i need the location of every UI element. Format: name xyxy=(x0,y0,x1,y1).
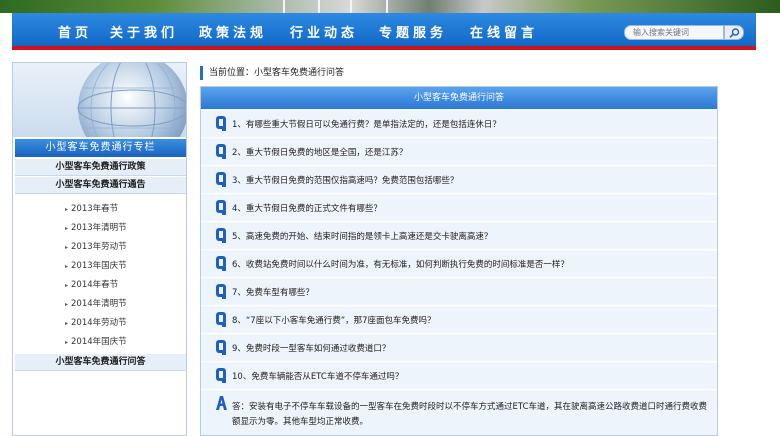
nav-item-news[interactable]: 行业动态 xyxy=(290,22,358,41)
arrow-right-icon: ▸ xyxy=(65,244,69,251)
question-row[interactable]: 2、重大节假日免费的地区是全国，还是江苏？ xyxy=(201,139,717,166)
question-text: 10、免费车辆能否从ETC车道不停车通过吗？ xyxy=(232,372,404,382)
question-text: 3、重大节假日免费的范围仅指高速吗？免费范围包括哪些？ xyxy=(232,176,459,186)
search-input[interactable] xyxy=(624,25,724,40)
qa-panel: 小型客车免费通行问答 1、有哪些重大节假日可以免通行费？是单指法定的，还是包括连… xyxy=(200,86,718,436)
sidebar-item-2013-spring[interactable]: ▸ 2013年春节 xyxy=(65,202,118,214)
question-row[interactable]: 1、有哪些重大节假日可以免通行费？是单指法定的，还是包括连休日？ xyxy=(201,111,717,138)
answer-text: 答：安装有电子不停车车载设备的一型客车在免费时段时以不停车方式通过ETC车道，其… xyxy=(232,402,708,427)
sidebar-item-2013-national[interactable]: ▸ 2013年国庆节 xyxy=(65,259,127,271)
nav-item-services[interactable]: 专题服务 xyxy=(379,22,447,41)
question-text: 8、“7座以下小客车免通行费”，那7座面包车免费吗？ xyxy=(232,316,436,326)
question-text: 9、免费时段一型客车如何通过收费道口？ xyxy=(232,344,391,354)
question-icon xyxy=(216,116,226,131)
sidebar-item-2014-qingming[interactable]: ▸ 2014年清明节 xyxy=(65,297,127,309)
question-row[interactable]: 7、免费车型有哪些？ xyxy=(201,279,717,306)
arrow-right-icon: ▸ xyxy=(65,301,69,308)
question-row[interactable]: 8、“7座以下小客车免通行费”，那7座面包车免费吗？ xyxy=(201,307,717,334)
search-icon xyxy=(729,28,740,38)
arrow-right-icon: ▸ xyxy=(65,206,69,213)
question-text: 4、重大节假日免费的正式文件有哪些？ xyxy=(232,204,382,214)
nav-item-home[interactable]: 首页 xyxy=(58,22,92,41)
nav-item-about[interactable]: 关于我们 xyxy=(110,22,178,41)
arrow-right-icon: ▸ xyxy=(65,225,69,232)
top-banner-image xyxy=(0,0,780,13)
question-icon xyxy=(216,200,226,215)
question-icon xyxy=(216,228,226,243)
question-row[interactable]: 3、重大节假日免费的范围仅指高速吗？免费范围包括哪些？ xyxy=(201,167,717,194)
question-row[interactable]: 10、免费车辆能否从ETC车道不停车通过吗？ xyxy=(201,363,717,390)
question-icon xyxy=(216,172,226,187)
question-icon xyxy=(216,284,226,299)
question-icon xyxy=(216,340,226,355)
nav-item-message[interactable]: 在线留言 xyxy=(470,22,538,41)
question-row[interactable]: 4、重大节假日免费的正式文件有哪些？ xyxy=(201,195,717,222)
question-row[interactable]: 5、高速免费的开始、结束时间指的是领卡上高速还是交卡驶离高速？ xyxy=(201,223,717,250)
sidebar-item-label: 2014年国庆节 xyxy=(71,337,127,347)
question-icon xyxy=(216,368,226,383)
question-text: 7、免费车型有哪些？ xyxy=(232,288,314,298)
sidebar-item-label: 2013年春节 xyxy=(71,204,119,214)
arrow-right-icon: ▸ xyxy=(65,263,69,270)
globe-icon xyxy=(77,63,186,137)
breadcrumb: 当前位置：小型客车免费通行问答 xyxy=(200,66,344,80)
sidebar-item-2014-national[interactable]: ▸ 2014年国庆节 xyxy=(65,335,127,347)
nav-item-policy[interactable]: 政策法规 xyxy=(199,22,267,41)
question-icon xyxy=(216,312,226,327)
sidebar-item-label: 2014年劳动节 xyxy=(71,318,127,328)
sidebar-category-policy[interactable]: 小型客车免费通行政策 xyxy=(15,159,186,176)
question-text: 5、高速免费的开始、结束时间指的是领卡上高速还是交卡驶离高速？ xyxy=(232,232,493,242)
panel-title: 小型客车免费通行问答 xyxy=(201,87,717,109)
sidebar-item-2014-spring[interactable]: ▸ 2014年春节 xyxy=(65,278,118,290)
sidebar-item-2013-labor[interactable]: ▸ 2013年劳动节 xyxy=(65,240,127,252)
sidebar-title: 小型客车免费通行专栏 xyxy=(15,139,186,157)
sidebar-item-label: 2013年国庆节 xyxy=(71,261,127,271)
question-text: 2、重大节假日免费的地区是全国，还是江苏？ xyxy=(232,148,408,158)
sidebar-item-label: 2013年劳动节 xyxy=(71,242,127,252)
question-text: 6、收费站免费时间以什么时间为准，有无标准，如何判断执行免费的时间标准是否一样？ xyxy=(232,260,569,270)
arrow-right-icon: ▸ xyxy=(65,339,69,346)
question-icon xyxy=(216,144,226,159)
question-row[interactable]: 9、免费时段一型客车如何通过收费道口？ xyxy=(201,335,717,362)
sidebar-item-label: 2014年春节 xyxy=(71,280,119,290)
sidebar-item-label: 2014年清明节 xyxy=(71,299,127,309)
sidebar: 小型客车免费通行专栏 小型客车免费通行政策 小型客车免费通行通告 ▸ 2013年春… xyxy=(12,62,187,436)
arrow-right-icon: ▸ xyxy=(65,320,69,327)
question-text: 1、有哪些重大节假日可以免通行费？是单指法定的，还是包括连休日？ xyxy=(232,120,501,130)
arrow-right-icon: ▸ xyxy=(65,282,69,289)
sidebar-category-notices[interactable]: 小型客车免费通行通告 xyxy=(15,177,186,194)
sidebar-item-label: 2013年清明节 xyxy=(71,223,127,233)
search-button[interactable] xyxy=(724,25,744,40)
globe-banner-image xyxy=(13,63,186,137)
answer-icon xyxy=(216,396,227,410)
answer-block: 答：安装有电子不停车车载设备的一型客车在免费时段时以不停车方式通过ETC车道，其… xyxy=(201,391,717,435)
sidebar-item-2013-qingming[interactable]: ▸ 2013年清明节 xyxy=(65,221,127,233)
question-icon xyxy=(216,256,226,271)
sidebar-item-2014-labor[interactable]: ▸ 2014年劳动节 xyxy=(65,316,127,328)
main-nav-bar: 首页 关于我们 政策法规 行业动态 专题服务 在线留言 xyxy=(12,13,756,50)
sidebar-category-qa[interactable]: 小型客车免费通行问答 xyxy=(15,354,186,371)
question-row[interactable]: 6、收费站免费时间以什么时间为准，有无标准，如何判断执行免费的时间标准是否一样？ xyxy=(201,251,717,278)
